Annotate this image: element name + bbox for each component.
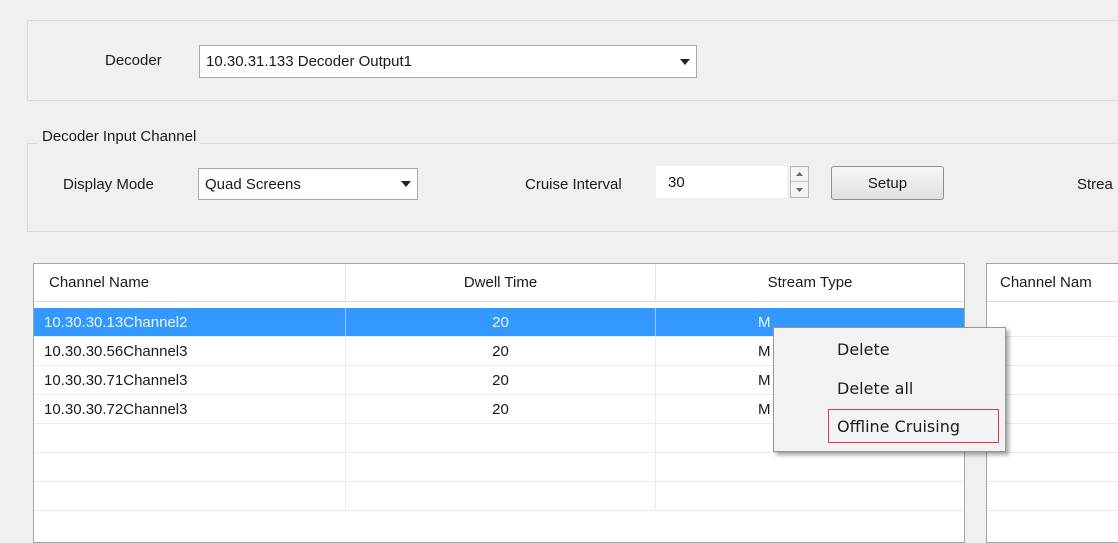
table-header: Channel Name Dwell Time Stream Type <box>34 264 964 302</box>
cruise-interval-stepper[interactable] <box>790 166 809 198</box>
menu-item-offline-cruising[interactable]: Offline Cruising <box>837 417 960 436</box>
setup-button[interactable]: Setup <box>831 166 944 200</box>
column-header-stream-type[interactable]: Stream Type <box>656 264 964 301</box>
menu-item-delete[interactable]: Delete <box>837 340 890 359</box>
display-mode-value: Quad Screens <box>205 175 301 193</box>
table-row-empty <box>34 453 964 482</box>
table-row-empty <box>987 453 1118 482</box>
table-row-empty <box>987 366 1118 395</box>
dwell-time-cell: 20 <box>346 395 656 423</box>
table-row-empty <box>987 424 1118 453</box>
chevron-down-icon <box>674 58 696 65</box>
display-mode-label: Display Mode <box>63 176 154 193</box>
cruise-interval-value: 30 <box>668 173 685 191</box>
channel-name-cell: 10.30.30.56Channel3 <box>34 337 346 365</box>
stepper-up-icon[interactable] <box>791 167 808 182</box>
right-column-header-channel-name[interactable]: Channel Nam <box>987 264 1092 301</box>
decoder-label: Decoder <box>105 52 162 69</box>
cruise-interval-label: Cruise Interval <box>525 176 622 193</box>
setup-button-label: Setup <box>867 174 908 192</box>
decoder-input-channel-title: Decoder Input Channel <box>38 128 201 145</box>
column-header-channel-name[interactable]: Channel Name <box>34 264 346 301</box>
decoder-select[interactable]: 10.30.31.133 Decoder Output1 <box>199 45 697 78</box>
stream-label: Strea <box>1077 176 1113 193</box>
table-row-empty <box>987 395 1118 424</box>
table-row-empty <box>987 308 1118 337</box>
dwell-time-cell: 20 <box>346 366 656 394</box>
decoder-select-value: 10.30.31.133 Decoder Output1 <box>206 53 412 70</box>
dwell-time-cell: 20 <box>346 308 656 336</box>
table-row-empty <box>987 482 1118 511</box>
dwell-time-cell: 20 <box>346 337 656 365</box>
menu-item-delete-all[interactable]: Delete all <box>837 379 913 398</box>
table-row-empty <box>987 337 1118 366</box>
table-row-empty <box>34 482 964 511</box>
cruise-interval-input[interactable]: 30 <box>656 166 787 198</box>
channel-name-cell: 10.30.30.13Channel2 <box>34 308 346 336</box>
column-header-dwell-time[interactable]: Dwell Time <box>346 264 656 301</box>
context-menu: Delete Delete all Offline Cruising <box>773 327 1006 452</box>
channel-name-cell: 10.30.30.72Channel3 <box>34 395 346 423</box>
stepper-down-icon[interactable] <box>791 182 808 197</box>
display-mode-select[interactable]: Quad Screens <box>198 168 418 200</box>
chevron-down-icon <box>395 181 417 187</box>
channel-name-cell: 10.30.30.71Channel3 <box>34 366 346 394</box>
right-table-header: Channel Nam <box>987 264 1118 302</box>
